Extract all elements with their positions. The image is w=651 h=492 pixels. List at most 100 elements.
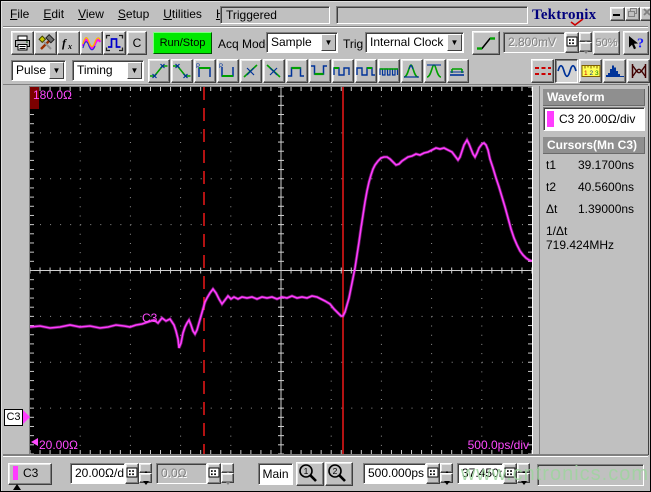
meas-category-select[interactable]: Timing ▼ [72, 60, 144, 81]
keypad-icon [208, 466, 220, 482]
negative-crossing-button[interactable] [263, 59, 285, 83]
minimize-button[interactable] [610, 7, 625, 21]
timebase-label: 500.0ps/div [467, 438, 529, 452]
histogram-icon [605, 62, 625, 80]
chevron-down-icon[interactable]: ▼ [49, 62, 64, 79]
channel-select-button[interactable]: C3 [8, 463, 52, 490]
zoom1-button[interactable]: 1 [296, 462, 324, 486]
measurement-readout-button[interactable]: 123 [579, 59, 602, 83]
channel-select-label: C3 [23, 466, 39, 480]
waveform-graticule[interactable] [30, 87, 532, 454]
negative-width-button[interactable]: P [217, 59, 239, 83]
context-help-button[interactable]: ? [623, 31, 649, 55]
pulse-autoset-icon [105, 34, 124, 52]
positive-crossing-button[interactable] [240, 59, 262, 83]
duty-cycle-button[interactable] [355, 59, 377, 83]
step-down-icon[interactable] [440, 473, 453, 485]
channel-position-marker[interactable]: C3 [4, 409, 30, 426]
vertical-offset-field[interactable]: 0.0Ω [156, 463, 207, 484]
trig-level-keypad-button[interactable] [565, 32, 579, 53]
trig-source-select[interactable]: Internal Clock ▼ [365, 32, 464, 53]
menu-file[interactable]: File [3, 3, 36, 25]
positive-overshoot-button[interactable] [401, 59, 423, 83]
histogram-button[interactable] [603, 59, 626, 83]
main-toolbar: fx C Run/Stop Acq Mode Sample ▼ Trig Int… [3, 29, 649, 57]
signal-type-select[interactable]: Pulse ▼ [11, 60, 66, 81]
low-level-button[interactable] [309, 59, 331, 83]
vertical-scale-keypad-button[interactable] [125, 463, 139, 484]
restore-button[interactable] [625, 7, 640, 21]
vertical-offset-keypad-button[interactable] [207, 463, 221, 484]
step-up-icon[interactable] [221, 463, 234, 475]
step-up-icon[interactable] [440, 463, 453, 475]
step-down-icon[interactable] [139, 473, 152, 485]
waveform-display-button[interactable] [555, 59, 578, 83]
step-up-icon[interactable] [517, 463, 530, 475]
print-button[interactable] [11, 31, 34, 55]
menu-view[interactable]: View [71, 3, 111, 25]
cursors-header: Cursors(Mn C3) [543, 137, 645, 154]
high-level-button[interactable] [286, 59, 308, 83]
formula-button[interactable]: fx [57, 31, 80, 55]
status-strip [537, 464, 644, 486]
fall-time-icon [172, 62, 192, 80]
menu-utilities[interactable]: Utilities [156, 3, 209, 25]
horizontal-scale-keypad-button[interactable] [426, 463, 440, 484]
svg-text:2: 2 [589, 70, 593, 77]
keypad-icon [126, 466, 138, 482]
magnifier-1-icon: 1 [297, 464, 319, 486]
chevron-up-icon [13, 484, 21, 490]
pulse-autoset-button[interactable] [103, 31, 126, 55]
acq-mode-select[interactable]: Sample ▼ [266, 32, 338, 53]
waveform-style-button[interactable] [80, 31, 103, 55]
cursors-button[interactable] [531, 59, 554, 83]
duty-cycle-icon [356, 62, 376, 80]
t2-value: 40.5600ns [578, 180, 635, 194]
period-button[interactable] [332, 59, 354, 83]
chevron-down-icon[interactable]: ▼ [127, 62, 142, 79]
horizontal-scale-field[interactable]: 500.000ps [363, 463, 426, 484]
horizontal-position-stepper[interactable] [517, 463, 530, 485]
trig-level-field[interactable]: 2.800mV [503, 32, 565, 53]
inv-delta-t-value: 719.424MHz [546, 238, 615, 252]
horizontal-position-keypad-button[interactable] [503, 463, 517, 484]
acq-mode-label: Acq Mode [218, 37, 273, 51]
set-50-button[interactable]: 50% [593, 31, 620, 55]
vertical-scale-stepper[interactable] [139, 463, 152, 485]
flat-top-button[interactable] [447, 59, 469, 83]
delta-t-label: Δt [546, 202, 558, 216]
horizontal-scale-stepper[interactable] [440, 463, 453, 485]
run-stop-button[interactable]: Run/Stop [153, 32, 212, 54]
tools-button[interactable] [34, 31, 57, 55]
step-down-icon[interactable] [579, 42, 592, 54]
chevron-down-icon[interactable]: ▼ [321, 34, 336, 51]
peak-amplitude-button[interactable] [424, 59, 446, 83]
step-up-icon[interactable] [579, 32, 592, 44]
trig-level-stepper[interactable] [579, 32, 592, 54]
positive-width-button[interactable]: P [194, 59, 216, 83]
delta-t-value: 1.39000ns [578, 202, 635, 216]
fall-time-button[interactable] [171, 59, 193, 83]
plot-area[interactable]: 180.0Ω 20.00Ω 500.0ps/div C3 [29, 86, 533, 455]
clear-button[interactable]: C [127, 31, 147, 55]
vertical-offset-stepper[interactable] [221, 463, 234, 485]
step-up-icon[interactable] [139, 463, 152, 475]
menu-edit[interactable]: Edit [36, 3, 71, 25]
vertical-scale-field[interactable]: 20.00Ω/di [70, 463, 125, 484]
waveform-display-icon [556, 62, 577, 80]
menu-setup[interactable]: Setup [111, 3, 156, 25]
rise-time-button[interactable] [148, 59, 170, 83]
frequency-button[interactable] [378, 59, 400, 83]
close-button[interactable] [640, 7, 650, 21]
vertical-bottom-label: 20.00Ω [39, 438, 78, 452]
negative-width-icon: P [218, 62, 238, 80]
positive-width-icon: P [195, 62, 215, 80]
step-down-icon[interactable] [517, 473, 530, 485]
chevron-down-icon[interactable]: ▼ [447, 34, 462, 51]
waveform-entry[interactable]: C3 20.00Ω/div [543, 107, 645, 131]
trig-slope-button[interactable] [472, 31, 500, 55]
eye-diagram-button[interactable] [627, 59, 650, 83]
step-down-icon[interactable] [221, 473, 234, 485]
horizontal-position-field[interactable]: 37.450n [457, 463, 503, 484]
zoom2-button[interactable]: 2 [325, 462, 353, 486]
